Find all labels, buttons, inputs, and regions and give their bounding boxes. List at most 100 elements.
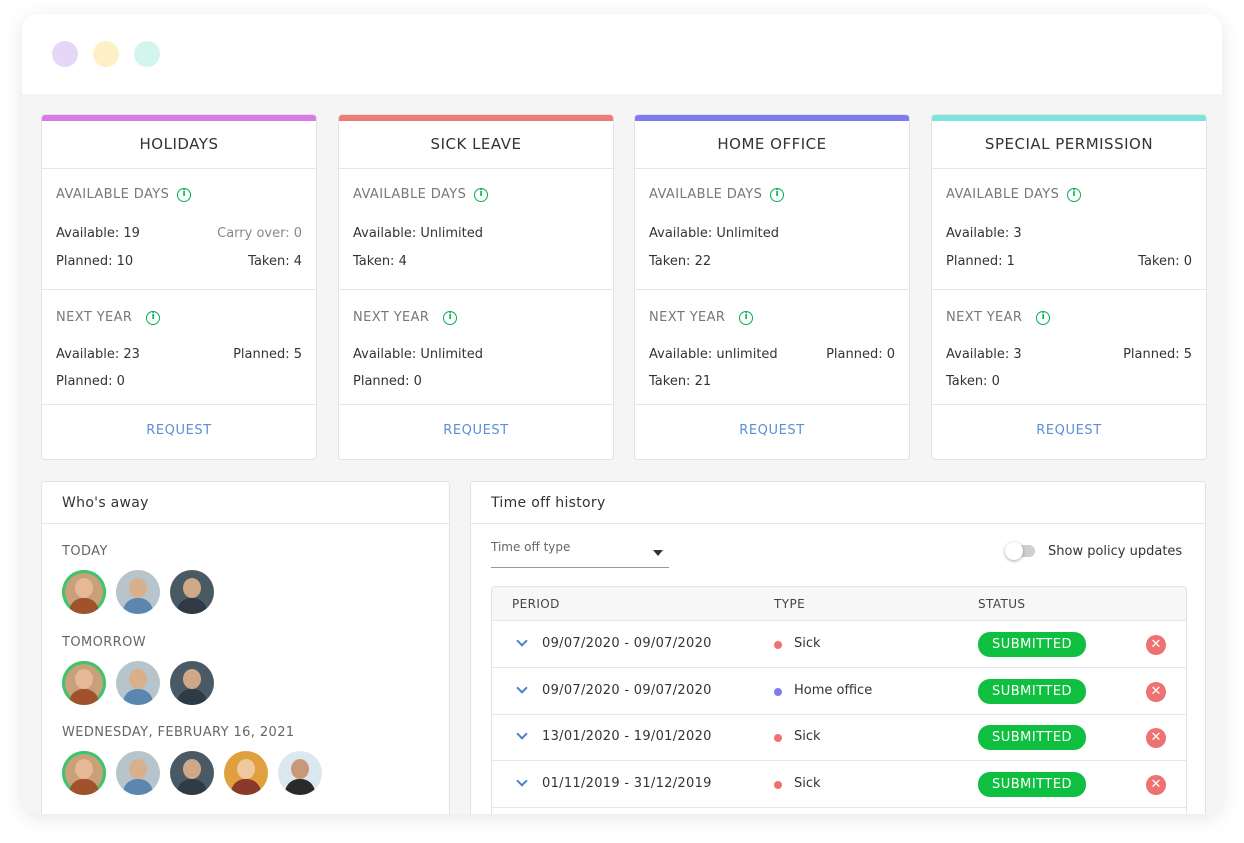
avatar-body bbox=[285, 779, 315, 795]
away-avatars bbox=[62, 751, 332, 795]
info-icon[interactable]: i bbox=[770, 187, 785, 202]
away-avatars bbox=[62, 570, 224, 614]
available-row-1-right: Carry over: 0 bbox=[217, 226, 302, 241]
avatar[interactable] bbox=[116, 661, 160, 705]
avatar[interactable] bbox=[170, 570, 214, 614]
time-off-type-placeholder: Time off type bbox=[491, 540, 571, 554]
table-row[interactable]: 09/07/2020 - 09/07/2020 Sick SUBMITTED ✕ bbox=[492, 621, 1186, 668]
minimize-dot[interactable] bbox=[93, 41, 119, 67]
row-type: Sick bbox=[794, 636, 821, 651]
type-color-dot bbox=[774, 687, 782, 696]
next-year-section: NEXT YEAR i Available: unlimited Planned: … bbox=[635, 290, 909, 405]
avatar[interactable] bbox=[116, 570, 160, 614]
info-icon[interactable]: i bbox=[443, 310, 458, 325]
status-badge: SUBMITTED bbox=[978, 725, 1086, 750]
avatar-body bbox=[177, 689, 207, 705]
row-period: 09/07/2020 - 09/07/2020 bbox=[542, 636, 712, 651]
avatar[interactable] bbox=[116, 751, 160, 795]
leave-card-home-office: HOME OFFICE AVAILABLE DAYS i Available: U… bbox=[634, 114, 910, 460]
available-row-2-left: Taken: 4 bbox=[353, 254, 407, 269]
type-color-dot bbox=[774, 641, 782, 649]
close-dot[interactable] bbox=[52, 41, 78, 67]
column-status: STATUS bbox=[978, 597, 1026, 611]
info-icon[interactable]: i bbox=[146, 310, 161, 325]
app-window: HOLIDAYS AVAILABLE DAYS i Available: 19 Ca… bbox=[22, 14, 1222, 814]
chevron-down-icon[interactable] bbox=[516, 635, 528, 647]
next-row-1-left: Available: Unlimited bbox=[353, 347, 483, 362]
avatar[interactable] bbox=[170, 661, 214, 705]
avatar-head bbox=[75, 759, 93, 779]
next-year-section: NEXT YEAR i Available: 3 Planned: 5 Taken:… bbox=[932, 290, 1206, 405]
card-title: SPECIAL PERMISSION bbox=[932, 121, 1206, 169]
avatar-head bbox=[129, 578, 147, 598]
request-button[interactable]: REQUEST bbox=[339, 403, 613, 459]
next-row-1-left: Available: unlimited bbox=[649, 347, 778, 362]
next-row-1-right: Planned: 5 bbox=[233, 347, 302, 362]
avatar-head bbox=[75, 578, 93, 598]
avatar[interactable] bbox=[224, 751, 268, 795]
chevron-down-icon[interactable] bbox=[516, 728, 528, 740]
avatar[interactable] bbox=[62, 751, 106, 795]
next-row-2-left: Taken: 21 bbox=[649, 374, 712, 389]
chevron-down-icon[interactable] bbox=[516, 681, 528, 694]
cancel-request-icon[interactable]: ✕ bbox=[1146, 774, 1166, 795]
available-days-heading: AVAILABLE DAYS bbox=[649, 187, 763, 202]
table-row[interactable]: 01/11/2019 - 31/12/2019 Sick SUBMITTED ✕ bbox=[492, 761, 1186, 808]
away-avatars bbox=[62, 661, 224, 705]
next-row-1-right: Planned: 0 bbox=[826, 347, 895, 362]
next-row-1-right: Planned: 5 bbox=[1123, 347, 1192, 362]
avatar[interactable] bbox=[62, 661, 106, 705]
available-days-section: AVAILABLE DAYS i Available: Unlimited Tak… bbox=[339, 169, 613, 290]
available-row-1-left: Available: 3 bbox=[946, 226, 1022, 241]
toggle-knob bbox=[1005, 542, 1023, 560]
time-off-type-select[interactable]: Time off type bbox=[491, 540, 669, 568]
away-day-label: TOMORROW bbox=[62, 635, 146, 650]
chevron-down-icon[interactable] bbox=[516, 774, 528, 787]
maximize-dot[interactable] bbox=[134, 41, 160, 67]
policy-updates-toggle[interactable] bbox=[1005, 542, 1035, 560]
avatar[interactable] bbox=[170, 751, 214, 795]
next-row-2-left: Taken: 0 bbox=[946, 374, 1000, 389]
next-year-section: NEXT YEAR i Available: Unlimited Planned:… bbox=[339, 290, 613, 405]
available-days-section: AVAILABLE DAYS i Available: 19 Carry over:… bbox=[42, 169, 316, 290]
avatar-body bbox=[231, 779, 261, 795]
cancel-request-icon[interactable]: ✕ bbox=[1146, 728, 1166, 748]
column-type: TYPE bbox=[774, 597, 806, 611]
available-row-2-left: Taken: 22 bbox=[649, 254, 712, 269]
avatar[interactable] bbox=[62, 570, 106, 614]
status-badge: SUBMITTED bbox=[978, 632, 1086, 657]
history-table: PERIOD TYPE STATUS 09/07/2020 - 09/07/20… bbox=[491, 586, 1187, 814]
next-row-1-left: Available: 23 bbox=[56, 347, 140, 362]
avatar-body bbox=[177, 598, 207, 614]
info-icon[interactable]: i bbox=[1036, 310, 1051, 325]
table-row[interactable]: 09/07/2020 - 09/07/2020 Home office SUBM… bbox=[492, 668, 1186, 715]
dropdown-arrow-icon bbox=[653, 550, 663, 556]
row-type: Sick bbox=[794, 729, 821, 744]
available-row-2-left: Planned: 1 bbox=[946, 254, 1015, 269]
available-row-2-left: Planned: 10 bbox=[56, 254, 134, 269]
whos-away-panel: Who's away TODAY TOMORROW WEDNESDAY, FEBRU… bbox=[41, 481, 450, 814]
request-button[interactable]: REQUEST bbox=[932, 403, 1206, 459]
avatar-head bbox=[183, 578, 201, 598]
request-button[interactable]: REQUEST bbox=[42, 403, 316, 459]
status-badge: SUBMITTED bbox=[978, 678, 1086, 704]
info-icon[interactable]: i bbox=[739, 310, 754, 325]
cancel-request-icon[interactable]: ✕ bbox=[1146, 635, 1166, 655]
title-bar bbox=[22, 14, 1222, 94]
row-type: Sick bbox=[794, 775, 821, 791]
away-day-label: WEDNESDAY, FEBRUARY 16, 2021 bbox=[62, 725, 295, 740]
available-row-1-left: Available: Unlimited bbox=[649, 226, 779, 241]
request-button[interactable]: REQUEST bbox=[635, 403, 909, 459]
info-icon[interactable]: i bbox=[1067, 187, 1082, 202]
available-days-heading: AVAILABLE DAYS bbox=[946, 187, 1060, 202]
leave-card-sick-leave: SICK LEAVE AVAILABLE DAYS i Available: Un… bbox=[338, 114, 614, 460]
avatar-head bbox=[183, 669, 201, 689]
table-row[interactable]: 13/01/2020 - 19/01/2020 Sick SUBMITTED ✕ bbox=[492, 714, 1186, 761]
column-period: PERIOD bbox=[512, 597, 560, 611]
type-color-dot bbox=[774, 734, 782, 742]
row-period: 13/01/2020 - 19/01/2020 bbox=[542, 729, 712, 744]
avatar[interactable] bbox=[278, 751, 322, 795]
info-icon[interactable]: i bbox=[474, 187, 489, 202]
info-icon[interactable]: i bbox=[177, 187, 192, 202]
cancel-request-icon[interactable]: ✕ bbox=[1146, 681, 1166, 702]
